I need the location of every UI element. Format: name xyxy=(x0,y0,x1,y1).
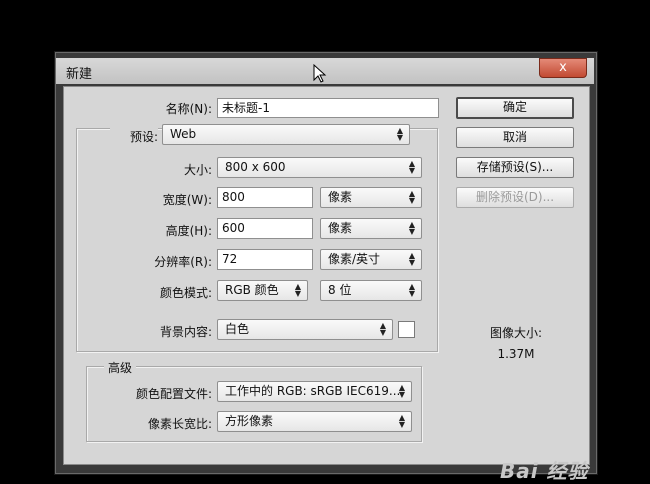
resolution-label: 分辨率(R): xyxy=(154,255,212,269)
height-unit-value: 像素 xyxy=(328,221,353,235)
width-unit-value: 像素 xyxy=(328,190,353,204)
height-label: 高度(H): xyxy=(165,224,212,238)
pixel-aspect-value: 方形像素 xyxy=(225,414,274,428)
preset-select[interactable]: Web ▲ ▼ xyxy=(162,124,410,145)
height-unit-select[interactable]: 像素 ▲ ▼ xyxy=(320,218,422,239)
up-down-arrows-icon: ▲ ▼ xyxy=(408,251,416,267)
background-select[interactable]: 白色 ▲ ▼ xyxy=(217,319,393,340)
up-down-arrows-icon: ▲ ▼ xyxy=(398,383,406,399)
resolution-input[interactable]: 72 xyxy=(217,249,313,270)
height-input[interactable]: 600 xyxy=(217,218,313,239)
name-input[interactable]: 未标题-1 xyxy=(217,98,439,118)
width-input[interactable]: 800 xyxy=(217,187,313,208)
window-title: 新建 xyxy=(66,67,93,82)
ok-button[interactable]: 确定 xyxy=(456,97,574,119)
up-down-arrows-icon: ▲ ▼ xyxy=(396,126,404,142)
delete-preset-button[interactable]: 删除预设(D)... xyxy=(456,187,574,208)
up-down-arrows-icon: ▲ ▼ xyxy=(398,413,406,429)
up-down-arrows-icon: ▲ ▼ xyxy=(379,321,387,337)
color-mode-label: 颜色模式: xyxy=(159,286,212,300)
background-value: 白色 xyxy=(225,322,250,336)
up-down-arrows-icon: ▲ ▼ xyxy=(408,282,416,298)
resolution-unit-value: 像素/英寸 xyxy=(328,252,381,266)
bit-depth-select[interactable]: 8 位 ▲ ▼ xyxy=(320,280,422,301)
preset-label: 预设: xyxy=(110,128,158,145)
close-button[interactable]: x xyxy=(539,58,587,78)
close-icon: x xyxy=(559,60,567,75)
color-mode-value: RGB 颜色 xyxy=(225,283,279,297)
up-down-arrows-icon: ▲ ▼ xyxy=(408,189,416,205)
size-label: 大小: xyxy=(183,163,212,177)
cancel-button[interactable]: 取消 xyxy=(456,127,574,148)
color-profile-value: 工作中的 RGB: sRGB IEC619... xyxy=(225,384,401,398)
size-value: 800 x 600 xyxy=(225,160,286,174)
preset-value: Web xyxy=(170,127,197,141)
width-unit-select[interactable]: 像素 ▲ ▼ xyxy=(320,187,422,208)
up-down-arrows-icon: ▲ ▼ xyxy=(408,159,416,175)
mouse-pointer-icon xyxy=(313,64,327,83)
background-label: 背景内容: xyxy=(159,325,212,339)
advanced-title: 高级 xyxy=(104,359,137,376)
color-mode-select[interactable]: RGB 颜色 ▲ ▼ xyxy=(217,280,308,301)
resolution-unit-select[interactable]: 像素/英寸 ▲ ▼ xyxy=(320,249,422,270)
width-label: 宽度(W): xyxy=(162,193,212,207)
image-size-value: 1.37M xyxy=(497,347,535,361)
color-profile-select[interactable]: 工作中的 RGB: sRGB IEC619... ▲ ▼ xyxy=(217,381,412,402)
watermark-logo: Bai 经验 xyxy=(500,459,589,483)
pixel-aspect-label: 像素长宽比: xyxy=(147,417,212,431)
name-label: 名称(N): xyxy=(165,102,212,116)
bit-depth-value: 8 位 xyxy=(328,283,352,297)
up-down-arrows-icon: ▲ ▼ xyxy=(408,220,416,236)
color-profile-label: 颜色配置文件: xyxy=(135,387,212,401)
save-preset-button[interactable]: 存储预设(S)... xyxy=(456,157,574,178)
background-color-swatch[interactable] xyxy=(398,321,415,338)
image-size-label: 图像大小: xyxy=(489,326,543,340)
up-down-arrows-icon: ▲ ▼ xyxy=(294,282,302,298)
size-select[interactable]: 800 x 600 ▲ ▼ xyxy=(217,157,422,178)
pixel-aspect-select[interactable]: 方形像素 ▲ ▼ xyxy=(217,411,412,432)
